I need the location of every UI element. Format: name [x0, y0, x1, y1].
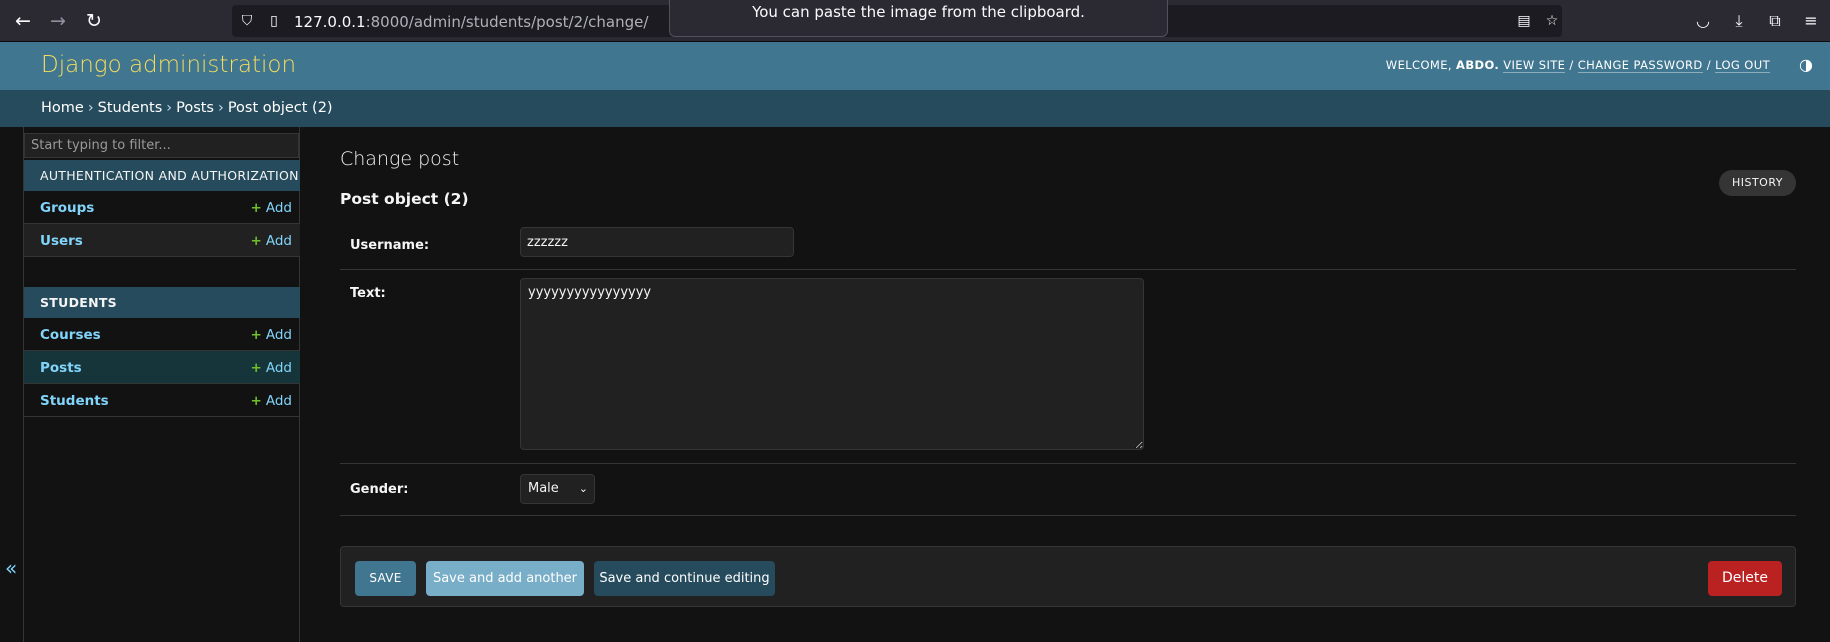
theme-toggle-icon[interactable]: ◑	[1796, 55, 1816, 75]
welcome-text: WELCOME,	[1385, 58, 1452, 72]
form-row-username: Username:	[340, 220, 1796, 270]
url-text[interactable]: 127.0.0.1:8000/admin/students/post/2/cha…	[294, 13, 648, 31]
delete-button[interactable]: Delete	[1708, 561, 1782, 596]
add-students-link[interactable]: + Add	[251, 393, 292, 409]
change-password-link[interactable]: CHANGE PASSWORD	[1577, 58, 1703, 73]
site-header: Django administration WELCOME, ABDO. VIE…	[0, 42, 1830, 90]
username-field[interactable]	[520, 227, 794, 257]
reload-icon[interactable]: ↻	[84, 11, 104, 31]
gender-select[interactable]: Male ⌄	[520, 474, 595, 504]
reader-view-icon[interactable]: ▤	[1515, 12, 1533, 30]
text-field[interactable]: yyyyyyyyyyyyyyyy	[520, 278, 1144, 450]
sidebar-link-posts[interactable]: Posts	[40, 360, 82, 376]
page-title: Change post	[340, 148, 460, 170]
gender-selected-value: Male	[528, 481, 559, 496]
add-posts-link[interactable]: + Add	[251, 360, 292, 376]
sidebar-link-courses[interactable]: Courses	[40, 327, 101, 343]
log-out-link[interactable]: LOG OUT	[1715, 58, 1770, 73]
text-label: Text:	[350, 286, 386, 301]
form-row-text: Text: yyyyyyyyyyyyyyyy	[340, 270, 1796, 464]
breadcrumb-home[interactable]: Home	[41, 100, 84, 116]
user-tools: WELCOME, ABDO. VIEW SITE / CHANGE PASSWO…	[1385, 58, 1770, 73]
sidebar-item-groups: Groups + Add	[24, 191, 300, 224]
history-button[interactable]: HISTORY	[1718, 170, 1796, 196]
back-icon[interactable]: ←	[13, 11, 33, 31]
sidebar-item-students: Students + Add	[24, 384, 300, 417]
save-and-add-another-button[interactable]: Save and add another	[426, 561, 584, 596]
breadcrumb-app[interactable]: Students	[98, 100, 163, 116]
sidebar-link-groups[interactable]: Groups	[40, 200, 94, 216]
save-and-continue-button[interactable]: Save and continue editing	[594, 561, 775, 596]
sidebar-item-posts: Posts + Add	[24, 351, 300, 384]
add-icon: +	[250, 360, 262, 376]
sidebar-link-students[interactable]: Students	[40, 393, 109, 409]
username: ABDO.	[1456, 58, 1500, 72]
page-info-icon[interactable]: ▯	[265, 12, 283, 30]
sidebar-link-users[interactable]: Users	[40, 233, 83, 249]
clipboard-toast: You can paste the image from the clipboa…	[669, 0, 1168, 37]
extensions-icon[interactable]: ⧉	[1765, 11, 1785, 31]
breadcrumb: Home › Students › Posts › Post object (2)	[0, 90, 1830, 127]
shield-icon[interactable]: ⛉	[238, 12, 256, 30]
nav-sidebar: AUTHENTICATION AND AUTHORIZATION Groups …	[23, 127, 300, 642]
menu-icon[interactable]: ≡	[1801, 11, 1821, 31]
pocket-icon[interactable]: ◡	[1693, 11, 1713, 31]
breadcrumb-current: Post object (2)	[227, 100, 333, 116]
sidebar-item-courses: Courses + Add	[24, 318, 300, 351]
add-icon: +	[250, 200, 262, 216]
forward-icon[interactable]: →	[48, 11, 68, 31]
module-caption-students[interactable]: STUDENTS	[24, 287, 300, 318]
add-courses-link[interactable]: + Add	[251, 327, 292, 343]
breadcrumb-model[interactable]: Posts	[176, 100, 214, 116]
gender-label: Gender:	[350, 482, 409, 497]
module-caption-auth[interactable]: AUTHENTICATION AND AUTHORIZATION	[24, 160, 300, 191]
add-users-link[interactable]: + Add	[251, 233, 292, 249]
username-label: Username:	[350, 238, 430, 253]
view-site-link[interactable]: VIEW SITE	[1503, 58, 1566, 73]
sidebar-item-users: Users + Add	[24, 224, 300, 257]
sidebar-filter-input[interactable]	[24, 133, 299, 158]
chevron-down-icon: ⌄	[578, 482, 588, 495]
add-groups-link[interactable]: + Add	[251, 200, 292, 216]
form-row-gender: Gender: Male ⌄	[340, 464, 1796, 516]
save-button[interactable]: SAVE	[355, 561, 416, 596]
add-icon: +	[250, 327, 262, 343]
add-icon: +	[250, 393, 262, 409]
site-branding[interactable]: Django administration	[41, 52, 296, 78]
downloads-icon[interactable]: ⤓	[1729, 11, 1749, 31]
add-icon: +	[250, 233, 262, 249]
object-title: Post object (2)	[340, 190, 469, 208]
bookmark-star-icon[interactable]: ☆	[1543, 12, 1561, 30]
submit-row: SAVE Save and add another Save and conti…	[340, 546, 1796, 607]
browser-toolbar: ← → ↻ ⛉ ▯ 127.0.0.1:8000/admin/students/…	[0, 0, 1830, 42]
sidebar-collapse-toggle[interactable]: «	[5, 556, 19, 580]
